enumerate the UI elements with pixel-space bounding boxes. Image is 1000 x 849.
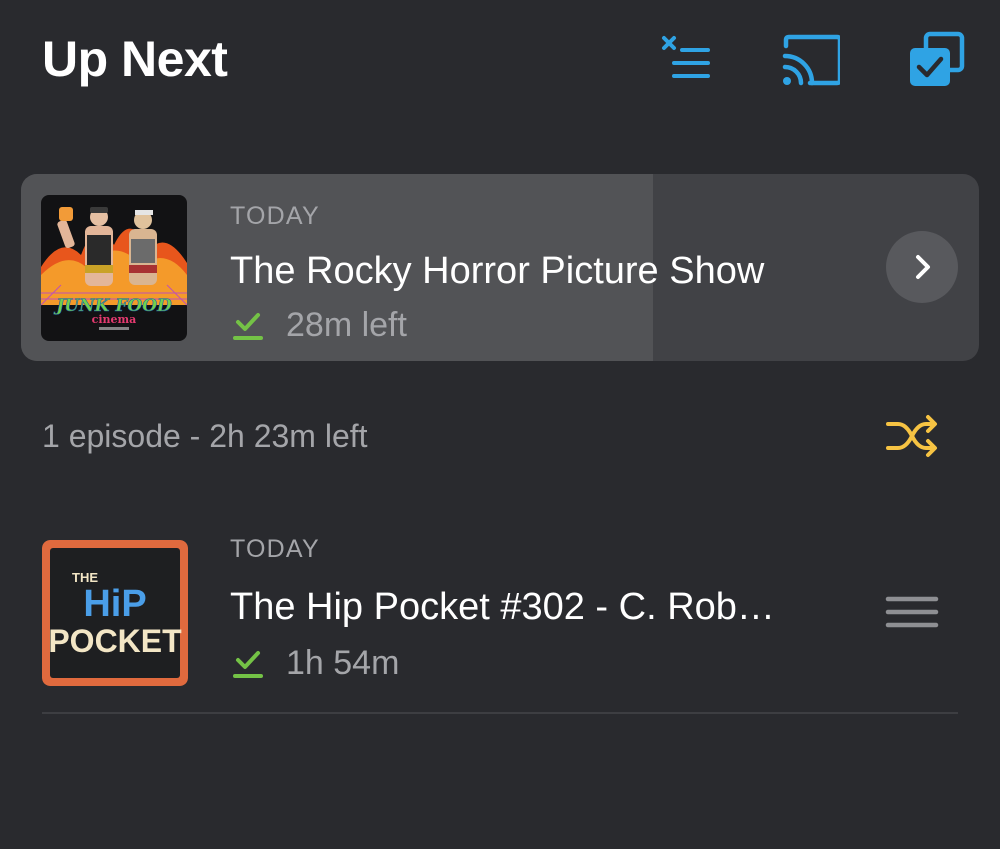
artwork-line2: cinema (92, 313, 137, 326)
chevron-right-icon (916, 255, 930, 279)
junk-food-cinema-artwork: JUNK FOOD cinema (41, 195, 187, 341)
open-player-button[interactable] (886, 231, 958, 303)
episode-time-left: 28m left (230, 306, 407, 345)
cast-icon (782, 34, 840, 86)
shuffle-button[interactable] (884, 412, 940, 460)
list-item[interactable]: THE HiP POCKET TODAY The Hip Pocket #302… (0, 520, 1000, 715)
multi-select-button[interactable] (906, 30, 966, 90)
now-playing-card[interactable]: JUNK FOOD cinema TODAY The Rocky Horror … (21, 174, 979, 361)
downloaded-check-icon (233, 650, 263, 678)
up-next-screen: Up Next JUNK FOOD cinema TODAY The Rocky… (0, 0, 1000, 849)
artwork-line2: HiP (83, 583, 146, 625)
artwork-line3: POCKET (48, 623, 182, 659)
episode-date: TODAY (230, 202, 320, 230)
episode-title: The Hip Pocket #302 - C. Rob… (230, 586, 775, 628)
cast-button[interactable] (780, 30, 840, 90)
episode-title: The Rocky Horror Picture Show (230, 250, 765, 292)
drag-handle-icon (885, 596, 939, 628)
episode-date: TODAY (230, 535, 320, 563)
clear-queue-icon (662, 36, 710, 78)
shuffle-icon (886, 415, 937, 457)
reorder-handle[interactable] (884, 594, 940, 634)
clear-queue-button[interactable] (656, 30, 716, 90)
page-title: Up Next (42, 31, 228, 87)
time-left-text: 28m left (286, 306, 407, 344)
list-divider (42, 712, 958, 714)
episode-duration: 1h 54m (230, 644, 399, 683)
downloaded-check-icon (233, 312, 263, 340)
multi-select-icon (910, 31, 965, 86)
hip-pocket-artwork: THE HiP POCKET (42, 540, 188, 686)
duration-text: 1h 54m (286, 644, 400, 682)
queue-summary: 1 episode - 2h 23m left (42, 418, 368, 454)
